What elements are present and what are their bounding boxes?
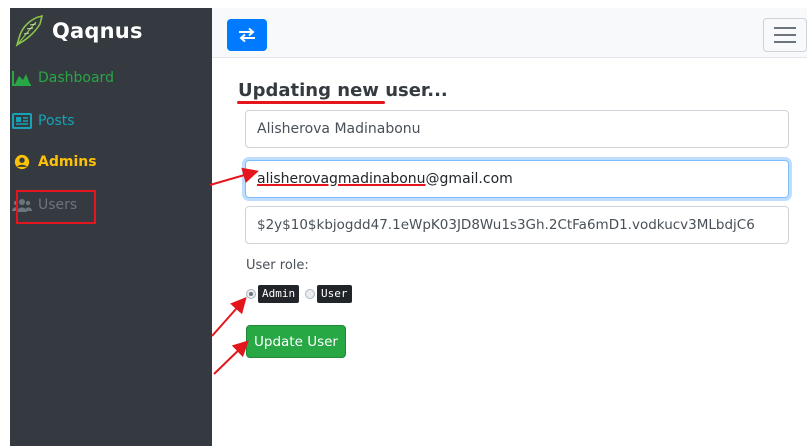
sidebar-toggle-button[interactable] <box>227 19 267 51</box>
role-radio-user[interactable] <box>305 289 315 299</box>
role-label-admin[interactable]: Admin <box>258 285 300 303</box>
update-user-button[interactable]: Update User <box>246 325 346 358</box>
brand[interactable]: Qaqnus <box>12 14 143 48</box>
name-input[interactable]: Alisherova Madinabonu <box>245 110 789 148</box>
name-input-value: Alisherova Madinabonu <box>257 121 421 137</box>
sidebar-item-label: Admins <box>38 154 97 170</box>
hamburger-icon <box>774 27 796 29</box>
exchange-icon <box>239 27 255 43</box>
email-input-user: alisherovagmadinabonu <box>257 171 426 187</box>
hamburger-icon-line <box>774 34 796 36</box>
user-role-label: User role: <box>246 258 309 273</box>
newspaper-icon <box>12 113 32 129</box>
email-input[interactable]: alisherovagmadinabonu @gmail.com <box>245 160 789 198</box>
hamburger-icon-line <box>774 41 796 43</box>
page-title: Updating new user... <box>238 80 448 101</box>
password-input-value: $2y$10$kbjogdd47.1eWpK03JD8Wu1s3Gh.2CtFa… <box>257 217 755 233</box>
annotation-highlight-box <box>16 190 96 224</box>
feather-icon <box>15 14 44 47</box>
chart-area-icon <box>12 71 31 86</box>
annotation-underline <box>237 101 385 104</box>
menu-toggle-button[interactable] <box>763 18 807 52</box>
sidebar-item-admins[interactable]: Admins <box>12 154 97 170</box>
role-radio-admin[interactable] <box>246 289 256 299</box>
sidebar-item-dashboard[interactable]: Dashboard <box>12 70 114 86</box>
password-input[interactable]: $2y$10$kbjogdd47.1eWpK03JD8Wu1s3Gh.2CtFa… <box>245 206 789 244</box>
user-circle-icon <box>14 154 30 170</box>
role-label-user[interactable]: User <box>317 285 352 303</box>
email-input-domain: @gmail.com <box>425 171 513 187</box>
sidebar-item-label: Dashboard <box>38 70 114 86</box>
sidebar-item-label: Posts <box>38 113 75 129</box>
sidebar-item-posts[interactable]: Posts <box>12 113 75 129</box>
topbar <box>212 8 807 58</box>
brand-name: Qaqnus <box>52 19 143 43</box>
